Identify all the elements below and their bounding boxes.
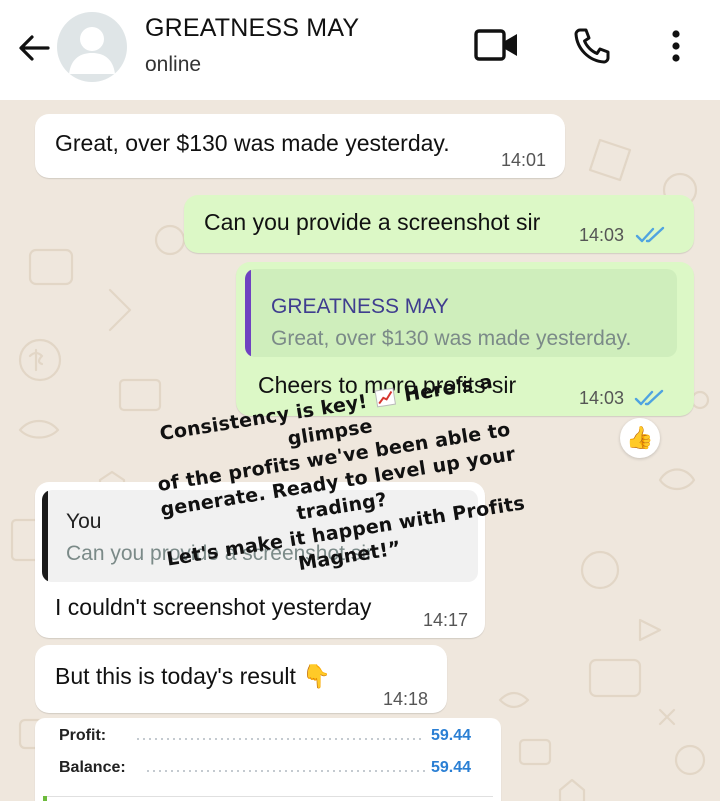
chat-area[interactable]: Great, over $130 was made yesterday. 14:… <box>0 100 720 801</box>
read-receipt-icon <box>635 226 665 243</box>
reaction-badge[interactable]: 👍 <box>620 418 660 458</box>
quote-accent-bar <box>42 490 48 582</box>
message-time: 14:01 <box>501 150 547 170</box>
profit-label: Profit: <box>59 727 107 744</box>
back-arrow-icon[interactable] <box>14 28 54 68</box>
read-receipt-icon <box>634 389 664 406</box>
quoted-author: You <box>66 510 102 533</box>
video-call-icon[interactable] <box>474 28 520 62</box>
message-text: Great, over $130 was made yesterday. <box>55 130 450 156</box>
phone-call-icon[interactable] <box>572 26 612 66</box>
card-divider <box>43 796 493 797</box>
dotted-leader <box>135 738 425 740</box>
message-bubble-incoming[interactable]: Great, over $130 was made yesterday. 14:… <box>35 114 565 178</box>
quoted-text: Great, over $130 was made yesterday. <box>271 327 632 350</box>
trading-result-card[interactable]: Profit: 59.44 Balance: 59.44 <box>35 718 501 801</box>
message-time: 14:03 <box>579 388 625 408</box>
dotted-leader <box>145 770 425 772</box>
profit-value: 59.44 <box>431 727 472 744</box>
avatar-placeholder-icon <box>69 27 115 74</box>
message-text: Can you provide a screenshot sir <box>204 209 541 235</box>
contact-name[interactable]: GREATNESS MAY <box>145 14 359 43</box>
message-text: I couldn't screenshot yesterday <box>55 594 372 620</box>
card-accent-marker <box>43 796 47 801</box>
quote-accent-bar <box>245 269 251 357</box>
message-text: But this is today's result 👇 <box>55 663 331 690</box>
balance-value: 59.44 <box>431 759 472 776</box>
message-bubble-incoming[interactable]: But this is today's result 👇 14:18 <box>35 645 447 713</box>
contact-avatar[interactable] <box>57 12 127 82</box>
pointing-down-emoji: 👇 <box>302 663 331 689</box>
contact-status: online <box>145 53 202 76</box>
message-time: 14:17 <box>423 610 469 630</box>
balance-label: Balance: <box>59 759 126 776</box>
message-time: 14:03 <box>579 225 625 245</box>
chart-increasing-emoji <box>374 387 397 408</box>
thumbs-up-reaction-icon: 👍 <box>626 425 654 450</box>
quoted-message[interactable]: GREATNESS MAY Great, over $130 was made … <box>245 269 677 357</box>
message-text-content: But this is today's result <box>55 663 296 689</box>
message-time: 14:18 <box>383 689 429 709</box>
more-options-icon[interactable] <box>668 28 684 68</box>
message-bubble-outgoing[interactable]: Can you provide a screenshot sir 14:03 <box>184 195 694 253</box>
quoted-author: GREATNESS MAY <box>271 295 449 318</box>
chat-header: GREATNESS MAY online <box>0 0 720 100</box>
